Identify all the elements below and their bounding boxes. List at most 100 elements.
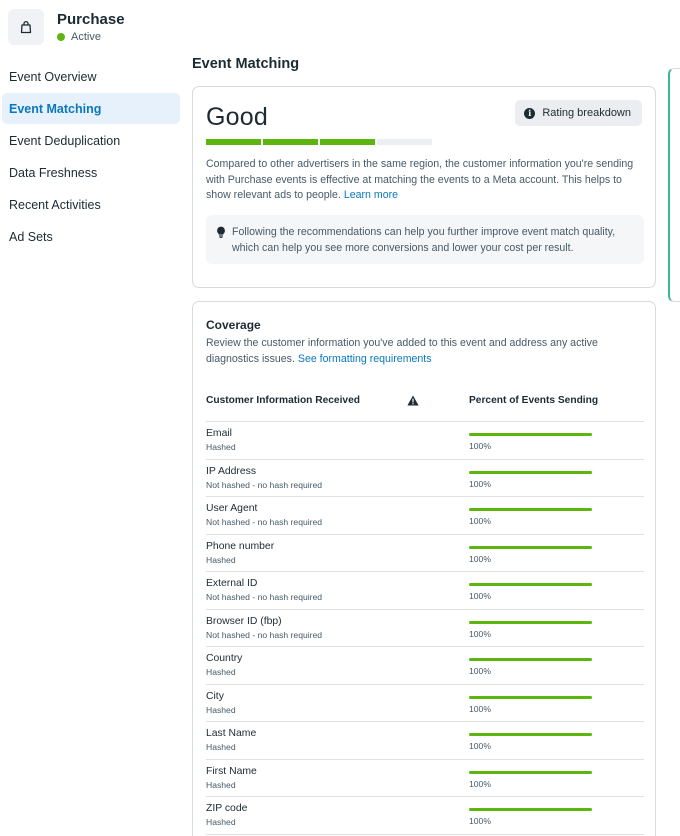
- rating-breakdown-button[interactable]: i Rating breakdown: [515, 100, 642, 126]
- page-title: Event Matching: [192, 56, 300, 72]
- percent-bar: [469, 545, 592, 549]
- quality-segment: [377, 139, 432, 145]
- percent-value: 100%: [469, 741, 491, 751]
- row-hash-status: Not hashed - no hash required: [206, 479, 323, 490]
- row-field-name: ZIP code: [206, 803, 248, 814]
- percent-bar-fill: [469, 433, 592, 436]
- percent-value: 100%: [469, 666, 491, 676]
- sidebar-item-event-overview[interactable]: Event Overview: [2, 61, 180, 92]
- quality-description-text: Compared to other advertisers in the sam…: [206, 158, 634, 201]
- percent-value: 100%: [469, 703, 491, 714]
- row-hash-status: Not hashed - no hash required: [206, 592, 323, 602]
- row-field-name: First Name: [206, 765, 257, 777]
- sidebar-item-event-matching[interactable]: Event Matching: [2, 93, 180, 124]
- percent-bar: [469, 733, 592, 736]
- percent-bar-fill: [469, 620, 592, 624]
- row-field-name: Browser ID (fbp): [206, 615, 282, 627]
- percent-bar-fill: [469, 583, 592, 586]
- coverage-description: Review the customer information you've a…: [206, 336, 626, 367]
- percent-bar-fill: [469, 470, 592, 474]
- row-hash-status: Hashed: [206, 779, 236, 790]
- percent-bar: [469, 470, 592, 474]
- row-field-name: Country: [206, 653, 243, 664]
- percent-value: 100%: [469, 591, 491, 601]
- row-field-name: Last Name: [206, 728, 257, 739]
- percent-bar-fill: [469, 658, 592, 661]
- warning-icon[interactable]: [407, 393, 419, 411]
- row-field-name: IP Address: [206, 465, 257, 477]
- row-hash-status: Hashed: [206, 442, 236, 452]
- sidebar-item-recent-activities[interactable]: Recent Activities: [2, 189, 180, 220]
- percent-value: 100%: [469, 553, 491, 564]
- side-panel-edge: [668, 68, 680, 302]
- row-hash-status: Not hashed - no hash required: [206, 629, 323, 640]
- table-row: Browser ID (fbp) Not hashed - no hash req…: [206, 610, 644, 647]
- status-indicator: Active: [57, 31, 125, 43]
- percent-value: 100%: [469, 478, 491, 489]
- row-field-name: User Agent: [206, 503, 258, 514]
- learn-more-link[interactable]: Learn more: [344, 189, 398, 201]
- percent-bar-fill: [469, 508, 592, 511]
- percent-value: 100%: [469, 441, 491, 451]
- table-row: ZIP code Hashed 100%: [206, 797, 644, 835]
- percent-bar-fill: [469, 733, 592, 736]
- table-row: Email Hashed 100%: [206, 422, 644, 460]
- sidebar-item-data-freshness[interactable]: Data Freshness: [2, 157, 180, 188]
- table-row: IP Address Not hashed - no hash required 1…: [206, 460, 644, 497]
- event-header: Purchase Active: [8, 8, 125, 46]
- table-row: City Hashed 100%: [206, 685, 644, 722]
- sidebar-nav: Event Overview Event Matching Event Dedu…: [0, 61, 181, 253]
- percent-value: 100%: [469, 778, 491, 789]
- percent-bar-fill: [469, 770, 592, 774]
- quality-segment: [263, 139, 318, 145]
- coverage-title: Coverage: [206, 318, 261, 332]
- table-row: User Agent Not hashed - no hash required 1…: [206, 497, 644, 535]
- percent-bar: [469, 583, 592, 586]
- coverage-table: Email Hashed 100% IP Address Not hashed - no…: [206, 421, 644, 835]
- tip-text: Following the recommendations can help y…: [232, 226, 616, 254]
- table-row: External ID Not hashed - no hash required…: [206, 572, 644, 610]
- coverage-card: Coverage Review the customer information…: [192, 301, 656, 836]
- row-hash-status: Hashed: [206, 554, 236, 565]
- percent-bar-fill: [469, 695, 592, 699]
- percent-bar: [469, 770, 592, 774]
- percent-bar-fill: [469, 808, 592, 811]
- quality-meter: [206, 139, 434, 145]
- percent-value: 100%: [469, 816, 491, 826]
- percent-value: 100%: [469, 516, 491, 526]
- row-hash-status: Hashed: [206, 704, 236, 715]
- column-header-info: Customer Information Received: [206, 395, 360, 406]
- table-row: Last Name Hashed 100%: [206, 722, 644, 760]
- percent-value: 100%: [469, 628, 491, 639]
- quality-segment: [206, 139, 261, 145]
- recommendation-tip: Following the recommendations can help y…: [206, 215, 644, 264]
- row-hash-status: Not hashed - no hash required: [206, 517, 323, 527]
- table-row: First Name Hashed 100%: [206, 760, 644, 797]
- sidebar-item-event-deduplication[interactable]: Event Deduplication: [2, 125, 180, 156]
- sidebar-item-ad-sets[interactable]: Ad Sets: [2, 221, 180, 252]
- row-hash-status: Hashed: [206, 742, 236, 752]
- shopping-bag-icon: [8, 9, 44, 45]
- lightbulb-icon: [216, 225, 226, 264]
- row-field-name: Phone number: [206, 540, 275, 552]
- quality-rating: Good: [206, 103, 268, 131]
- event-title: Purchase: [57, 11, 125, 28]
- percent-bar: [469, 620, 592, 624]
- percent-bar-fill: [469, 545, 592, 549]
- status-dot: [57, 33, 65, 41]
- rating-breakdown-label: Rating breakdown: [542, 107, 631, 119]
- percent-bar: [469, 808, 592, 811]
- info-icon: i: [524, 107, 536, 119]
- quality-description: Compared to other advertisers in the sam…: [206, 157, 644, 204]
- row-field-name: Email: [206, 428, 232, 439]
- row-hash-status: Hashed: [206, 817, 236, 827]
- row-field-name: External ID: [206, 578, 258, 589]
- row-field-name: City: [206, 690, 224, 702]
- table-row: Country Hashed 100%: [206, 647, 644, 685]
- percent-bar: [469, 433, 592, 436]
- status-label: Active: [71, 31, 101, 43]
- match-quality-card: Good i Rating breakdown Compared to othe…: [192, 86, 656, 288]
- table-row: Phone number Hashed 100%: [206, 535, 644, 572]
- column-header-percent: Percent of Events Sending: [469, 395, 599, 406]
- formatting-requirements-link[interactable]: See formatting requirements: [298, 353, 432, 365]
